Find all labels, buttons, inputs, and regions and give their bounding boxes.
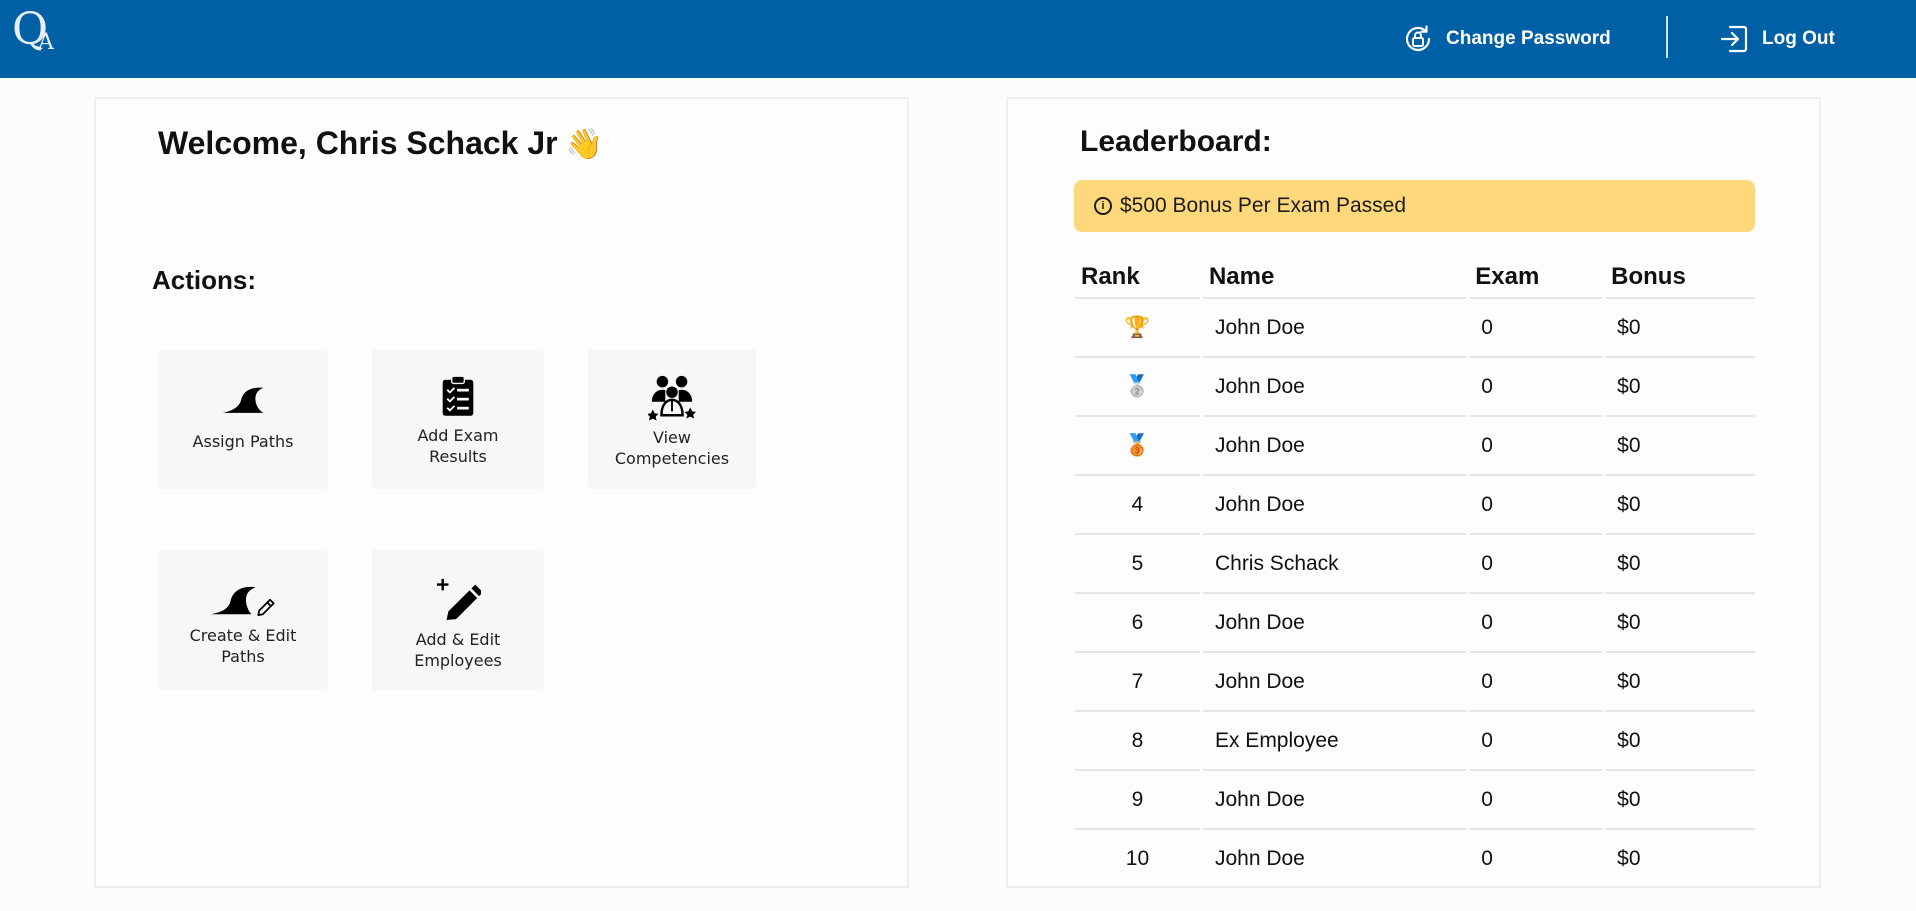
employee-name: John Doe: [1203, 830, 1466, 886]
bonus-note: $500 Bonus Per Exam Passed: [1120, 194, 1407, 217]
exam-count: 0: [1469, 771, 1603, 830]
leaderboard-table: Rank Name Exam Bonus 🏆 John Doe 0 $0 🥈 J…: [1072, 257, 1758, 886]
add-edit-pencil-icon: [436, 578, 481, 621]
log-out-label: Log Out: [1762, 28, 1835, 49]
rank-number: 5: [1075, 535, 1200, 594]
add-edit-employees-label-1: Add & Edit: [415, 630, 501, 649]
employee-name: Ex Employee: [1202, 712, 1467, 771]
bonus-amount: $0: [1605, 358, 1755, 417]
team-competencies-icon: [648, 375, 696, 421]
employee-name: John Doe: [1202, 299, 1467, 358]
employee-name: John Doe: [1202, 358, 1467, 417]
bonus-amount: $0: [1605, 830, 1755, 886]
col-header-name[interactable]: Name: [1202, 257, 1467, 299]
add-edit-employees-label-2: Employees: [414, 651, 502, 670]
welcome-text: Welcome, Chris Schack Jr: [158, 125, 558, 161]
welcome-heading: Welcome, Chris Schack Jr 👋: [158, 125, 603, 162]
log-out-button[interactable]: Log Out: [1718, 22, 1835, 56]
dashboard-panel: Welcome, Chris Schack Jr 👋 Actions: Assig…: [94, 97, 909, 888]
exam-count: 0: [1469, 535, 1603, 594]
actions-heading: Actions:: [152, 265, 256, 295]
exam-count: 0: [1469, 476, 1603, 535]
view-competencies-label-2: Competencies: [614, 449, 730, 468]
exam-count: 0: [1469, 594, 1603, 653]
bonus-amount: $0: [1605, 535, 1755, 594]
waving-hand-icon: 👋: [565, 128, 603, 161]
bonus-amount: $0: [1605, 299, 1755, 358]
table-row: 8 Ex Employee 0 $0: [1075, 712, 1755, 771]
rank-number: 8: [1075, 712, 1200, 771]
table-row: 6 John Doe 0 $0: [1075, 594, 1755, 653]
rank-bronze-medal-icon: 🥉: [1075, 417, 1200, 476]
bonus-amount: $0: [1605, 712, 1755, 771]
nav-divider: [1666, 16, 1668, 58]
exam-count: 0: [1469, 417, 1603, 476]
rank-number: 4: [1075, 476, 1200, 535]
bonus-amount: $0: [1605, 417, 1755, 476]
col-header-bonus[interactable]: Bonus: [1605, 257, 1755, 299]
exam-count: 0: [1469, 830, 1602, 886]
rank-number: 10: [1075, 830, 1200, 886]
leaderboard-panel: Leaderboard: i $500 Bonus Per Exam Passe…: [1006, 97, 1821, 888]
col-header-exam[interactable]: Exam: [1469, 257, 1603, 299]
path-edit-icon: [210, 586, 275, 616]
lock-refresh-icon: [1405, 25, 1431, 52]
employee-name: John Doe: [1202, 653, 1467, 712]
info-icon: i: [1094, 197, 1112, 215]
create-edit-paths-label-1: Create & Edit: [189, 626, 297, 645]
table-row: 4 John Doe 0 $0: [1075, 476, 1755, 535]
employee-name: John Doe: [1202, 476, 1467, 535]
clipboard-checklist-icon: [442, 375, 474, 416]
change-password-label: Change Password: [1446, 28, 1611, 49]
view-competencies-label-1: View: [653, 428, 691, 447]
add-exam-results-label-1: Add Exam: [417, 426, 499, 445]
qa-logo[interactable]: Q A: [12, 4, 64, 60]
path-icon: [222, 387, 264, 413]
leaderboard-header-row: Rank Name Exam Bonus: [1075, 257, 1755, 299]
log-out-icon: [1720, 25, 1748, 53]
add-exam-results-label-2: Results: [429, 447, 487, 466]
exam-count: 0: [1469, 653, 1603, 712]
table-row: 🏆 John Doe 0 $0: [1075, 299, 1755, 358]
assign-paths-label: Assign Paths: [192, 432, 294, 451]
change-password-button[interactable]: Change Password: [1402, 22, 1611, 56]
rank-silver-medal-icon: 🥈: [1075, 358, 1200, 417]
bonus-amount: $0: [1605, 476, 1755, 535]
bonus-amount: $0: [1605, 771, 1755, 830]
employee-name: John Doe: [1202, 417, 1467, 476]
rank-number: 7: [1075, 653, 1200, 712]
rank-trophy-icon: 🏆: [1075, 299, 1200, 358]
col-header-rank[interactable]: Rank: [1075, 257, 1200, 299]
leaderboard-heading: Leaderboard:: [1080, 125, 1272, 158]
add-edit-employees-button[interactable]: Add & Edit Employees: [372, 549, 544, 691]
employee-name: John Doe: [1202, 771, 1467, 830]
table-row: 9 John Doe 0 $0: [1075, 771, 1755, 830]
logo-letter-a: A: [38, 30, 54, 55]
table-row: 10 John Doe 0 $0: [1075, 830, 1755, 886]
rank-number: 9: [1075, 771, 1200, 830]
exam-count: 0: [1469, 712, 1603, 771]
bonus-amount: $0: [1605, 594, 1755, 653]
rank-number: 6: [1075, 594, 1200, 653]
bonus-amount: $0: [1605, 653, 1755, 712]
bonus-banner: i $500 Bonus Per Exam Passed: [1074, 180, 1755, 232]
table-row: 5 Chris Schack 0 $0: [1075, 535, 1755, 594]
exam-count: 0: [1469, 358, 1603, 417]
create-edit-paths-label-2: Paths: [221, 647, 265, 666]
create-edit-paths-button[interactable]: Create & Edit Paths: [158, 549, 328, 691]
top-nav-bar: Q A Change Password Log Out: [0, 0, 1916, 78]
employee-name: Chris Schack: [1202, 535, 1467, 594]
table-row: 7 John Doe 0 $0: [1075, 653, 1755, 712]
exam-count: 0: [1469, 299, 1603, 358]
view-competencies-button[interactable]: View Competencies: [588, 349, 756, 489]
table-row: 🥉 John Doe 0 $0: [1075, 417, 1755, 476]
add-exam-results-button[interactable]: Add Exam Results: [372, 349, 544, 489]
table-row: 🥈 John Doe 0 $0: [1075, 358, 1755, 417]
employee-name: John Doe: [1202, 594, 1467, 653]
assign-paths-button[interactable]: Assign Paths: [158, 349, 328, 489]
